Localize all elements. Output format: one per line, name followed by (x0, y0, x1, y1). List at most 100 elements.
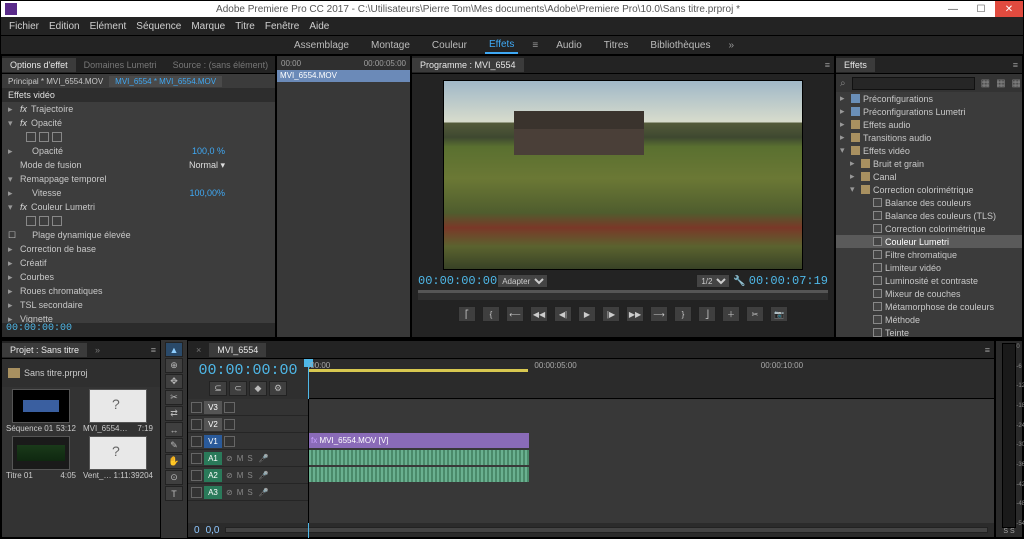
transport-button[interactable]: { (482, 306, 500, 322)
panel-menu-icon[interactable]: ≡ (147, 345, 160, 355)
workspace-bibliothèques[interactable]: Bibliothèques (646, 38, 714, 53)
effect-property-row[interactable]: ▸Vignette (2, 312, 275, 323)
disclosure-icon[interactable]: ▾ (850, 184, 858, 195)
transport-button[interactable]: ⎦ (698, 306, 716, 322)
effect-property-row[interactable]: ▸TSL secondaire (2, 298, 275, 312)
effects-tab[interactable]: Effets (836, 58, 875, 72)
disclosure-icon[interactable]: ▸ (8, 104, 16, 115)
project-item[interactable]: MVI_6554…7:19 (81, 389, 155, 433)
workspace-effets[interactable]: Effets (485, 37, 518, 54)
track-toggle-icon[interactable] (191, 436, 202, 447)
transport-button[interactable]: ▶▶ (626, 306, 644, 322)
video-track-header[interactable]: V2 (188, 416, 308, 433)
video-track-header[interactable]: V3 (188, 399, 308, 416)
project-tab-overflow[interactable]: » (87, 343, 108, 357)
effect-property-row[interactable]: ▾Remappage temporel (2, 172, 275, 186)
effects-tree-item[interactable]: ▸Bruit et grain (836, 157, 1022, 170)
mic-icon[interactable]: 🎤 (259, 471, 269, 480)
mask-icons[interactable] (26, 132, 62, 142)
eye-icon[interactable] (224, 402, 235, 413)
track-toggle-icon[interactable] (191, 470, 202, 481)
effects-tree-item[interactable]: ▸Effets audio (836, 118, 1022, 131)
timeline-timecode[interactable]: 00:00:00:00 (198, 362, 297, 379)
effects-tree-item[interactable]: ▾Effets vidéo (836, 144, 1022, 157)
audio-clip[interactable] (309, 450, 529, 465)
audio-track-header[interactable]: A3⊘MS🎤 (188, 484, 308, 501)
workspace-couleur[interactable]: Couleur (428, 38, 471, 53)
effects-tree-item[interactable]: ▸Préconfigurations Lumetri (836, 105, 1022, 118)
program-tc-current[interactable]: 00:00:00:00 (418, 274, 497, 288)
settings-icon[interactable]: ⚙ (269, 381, 287, 396)
disclosure-icon[interactable]: ▸ (850, 158, 858, 169)
video-clip[interactable]: fx MVI_6554.MOV [V] (309, 433, 529, 448)
project-tab[interactable]: Projet : Sans titre (2, 343, 87, 357)
timeline-ruler[interactable]: :00:0000:00:05:0000:00:10:00 (308, 359, 994, 399)
track-meta[interactable]: M (237, 488, 244, 497)
project-item[interactable]: Séquence 0153:12 (4, 389, 78, 433)
effects-tree-item[interactable]: ▸Préconfigurations (836, 92, 1022, 105)
menu-séquence[interactable]: Séquence (136, 21, 181, 32)
effects-tree-item[interactable]: Métamorphose de couleurs (836, 300, 1022, 313)
mask-icons[interactable] (26, 216, 62, 226)
effects-tree-item[interactable]: ▾Correction colorimétrique (836, 183, 1022, 196)
transport-button[interactable]: ＋ (722, 306, 740, 322)
filter-icon[interactable]: ▦ (1012, 78, 1021, 89)
track-toggle-icon[interactable] (191, 453, 202, 464)
workspace-audio[interactable]: Audio (552, 38, 586, 53)
effect-property-row[interactable]: ▸Opacité100,0 % (2, 144, 275, 158)
disclosure-icon[interactable]: ▸ (840, 93, 848, 104)
menu-titre[interactable]: Titre (235, 21, 255, 32)
menu-fenêtre[interactable]: Fenêtre (265, 21, 299, 32)
menu-marque[interactable]: Marque (191, 21, 225, 32)
effect-property-row[interactable]: ▸Créatif (2, 256, 275, 270)
program-res-select[interactable]: 1/2 (696, 274, 730, 288)
effects-tree-item[interactable]: Balance des couleurs (TLS) (836, 209, 1022, 222)
filter-icon[interactable]: ▦ (996, 78, 1005, 89)
disclosure-icon[interactable]: ▸ (850, 171, 858, 182)
effect-property-row[interactable] (2, 214, 275, 228)
menu-aide[interactable]: Aide (309, 21, 329, 32)
timeline-tab-overflow[interactable]: × (188, 343, 209, 357)
effect-property-row[interactable]: ▸Vitesse100,00% (2, 186, 275, 200)
tool-button[interactable]: ✎ (165, 438, 183, 453)
disclosure-icon[interactable]: ▸ (8, 286, 16, 297)
track-toggle-icon[interactable] (191, 487, 202, 498)
zoom-slider[interactable] (225, 527, 988, 533)
transport-button[interactable]: } (674, 306, 692, 322)
audio-track-header[interactable]: A1⊘MS🎤 (188, 450, 308, 467)
effect-property-row[interactable]: ▸fxTrajectoire (2, 102, 275, 116)
effects-tree-item[interactable]: Méthode (836, 313, 1022, 326)
program-monitor-tab[interactable]: Programme : MVI_6554 (412, 58, 524, 72)
workspace-overflow[interactable]: » (728, 40, 734, 51)
effects-tree-item[interactable]: Mixeur de couches (836, 287, 1022, 300)
checkbox-icon[interactable]: ☐ (8, 230, 16, 241)
menu-edition[interactable]: Edition (49, 21, 80, 32)
tool-button[interactable]: ✥ (165, 374, 183, 389)
transport-button[interactable]: ◀| (554, 306, 572, 322)
workspace-assemblage[interactable]: Assemblage (290, 38, 353, 53)
mic-icon[interactable]: 🎤 (259, 454, 269, 463)
disclosure-icon[interactable]: ▾ (8, 202, 16, 213)
transport-button[interactable]: ▶ (578, 306, 596, 322)
effects-tree-item[interactable]: Limiteur vidéo (836, 261, 1022, 274)
effect-property-row[interactable]: ▾fxOpacité (2, 116, 275, 130)
track-tag[interactable]: A3 (204, 486, 222, 499)
ec-tab[interactable]: Domaines Lumetri (76, 58, 165, 72)
track-toggle-icon[interactable] (191, 419, 202, 430)
disclosure-icon[interactable]: ▸ (8, 272, 16, 283)
mic-icon[interactable]: 🎤 (259, 488, 269, 497)
source-ruler[interactable]: 00:00 00:00:05:00 (277, 56, 410, 70)
ec-tab[interactable]: Source : (sans élément) (165, 58, 277, 72)
tool-button[interactable]: ↔ (165, 422, 183, 437)
disclosure-icon[interactable]: ▸ (8, 258, 16, 269)
track-meta[interactable]: ⊘ (226, 488, 233, 497)
menu-fichier[interactable]: Fichier (9, 21, 39, 32)
wrench-icon[interactable]: 🔧 (733, 276, 745, 287)
track-meta[interactable]: M (237, 454, 244, 463)
tool-button[interactable]: ⇄ (165, 406, 183, 421)
effects-tree-item[interactable]: ▸Canal (836, 170, 1022, 183)
menu-elément[interactable]: Elément (90, 21, 127, 32)
effects-tree-item[interactable]: Luminosité et contraste (836, 274, 1022, 287)
property-dropdown[interactable]: Normal ▾ (189, 160, 225, 171)
effects-tree-item[interactable]: Correction colorimétrique (836, 222, 1022, 235)
